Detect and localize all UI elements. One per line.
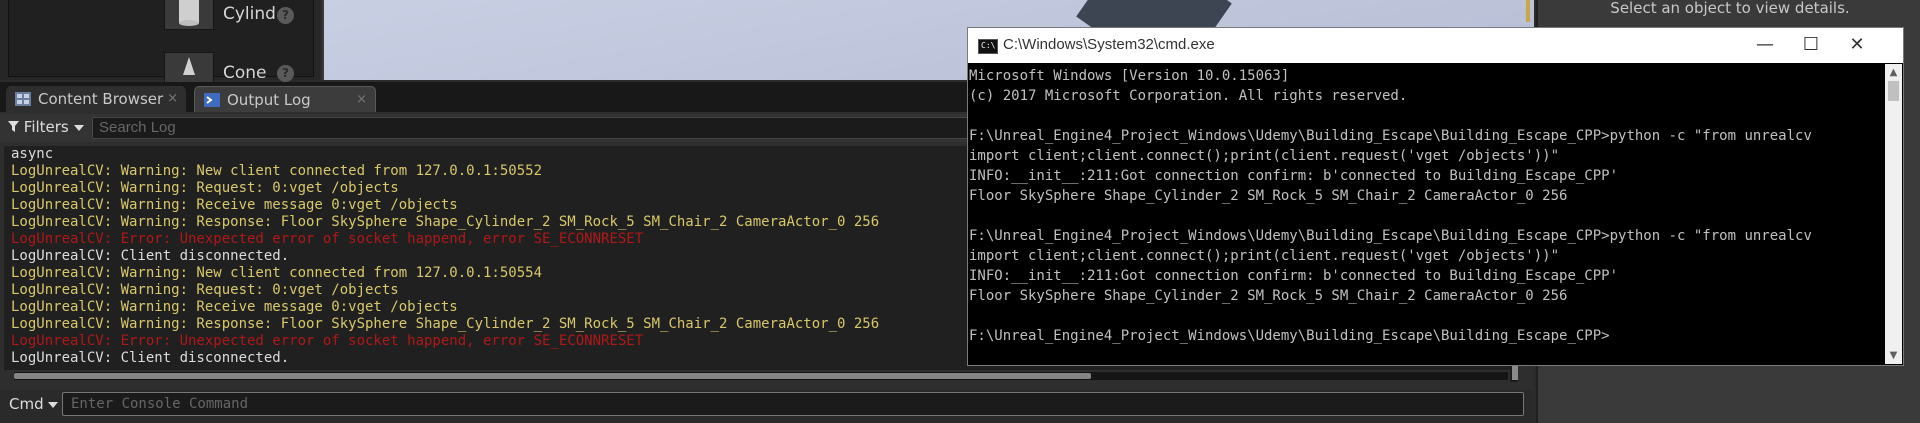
cmd-line: INFO:__init__:211:Got connection confirm… [969, 268, 1619, 284]
cmd-line: F:\Unreal_Engine4_Project_Windows\Udemy\… [969, 128, 1812, 144]
cmd-dropdown[interactable]: Cmd [9, 395, 59, 413]
tab-output-log[interactable]: Output Log × [194, 86, 376, 113]
content-browser-icon [15, 92, 31, 106]
scroll-down-icon[interactable]: ▼ [1885, 347, 1902, 364]
viewport-border [1526, 0, 1530, 22]
filter-funnel-icon [8, 121, 19, 132]
cmd-line [968, 106, 1872, 126]
console-command-input[interactable]: Enter Console Command [62, 392, 1524, 416]
info-icon[interactable]: ? [277, 7, 294, 24]
chevron-down-icon [48, 402, 59, 408]
cmd-line: Microsoft Windows [Version 10.0.15063] [969, 68, 1290, 84]
cmd-line: F:\Unreal_Engine4_Project_Windows\Udemy\… [969, 228, 1812, 244]
tab-label: Content Browser [38, 90, 164, 108]
place-actors-panel: Cylind ? Cone ? [0, 0, 320, 94]
details-hint: Select an object to view details. [1610, 0, 1850, 17]
cmd-line: F:\Unreal_Engine4_Project_Windows\Udemy\… [969, 328, 1610, 344]
filters-label: Filters [23, 118, 69, 136]
cmd-window[interactable]: C:\ C:\Windows\System32\cmd.exe — ☐ ✕ Mi… [967, 27, 1904, 366]
close-button[interactable]: ✕ [1834, 28, 1880, 63]
cmd-window-title: C:\Windows\System32\cmd.exe [1003, 36, 1215, 53]
cmd-line: (c) 2017 Microsoft Corporation. All righ… [969, 88, 1408, 104]
output-log-icon [204, 93, 220, 107]
cmd-scrollbar[interactable] [1885, 64, 1902, 364]
cmd-line: import client;client.connect();print(cli… [969, 248, 1560, 264]
cmd-line: Floor SkySphere Shape_Cylinder_2 SM_Rock… [969, 188, 1568, 204]
place-actors-list: Cylind ? Cone ? [8, 0, 314, 94]
cmd-line: INFO:__init__:211:Got connection confirm… [969, 168, 1619, 184]
cmd-line [968, 206, 1872, 226]
minimize-button[interactable]: — [1742, 28, 1788, 63]
placement-item-label[interactable]: Cone [223, 63, 267, 83]
cmd-line [968, 306, 1872, 326]
log-horizontal-scroll-thumb[interactable] [14, 373, 1091, 379]
scroll-up-icon[interactable]: ▲ [1885, 64, 1902, 81]
cmd-line: import client;client.connect();print(cli… [969, 148, 1560, 164]
cmd-line: Floor SkySphere Shape_Cylinder_2 SM_Rock… [969, 288, 1568, 304]
console-command-row: Cmd Enter Console Command [0, 390, 1534, 423]
chevron-down-icon [73, 125, 84, 131]
tab-content-browser[interactable]: Content Browser × [6, 86, 186, 112]
close-tab-icon[interactable]: × [356, 87, 367, 113]
cmd-title-bar[interactable]: C:\ C:\Windows\System32\cmd.exe — ☐ ✕ [968, 28, 1903, 63]
cmd-icon-text: C:\ [981, 41, 996, 50]
cmd-app-icon: C:\ [978, 39, 998, 54]
cmd-label: Cmd [9, 395, 44, 413]
filters-dropdown[interactable]: Filters [8, 118, 84, 136]
close-tab-icon[interactable]: × [167, 86, 178, 112]
maximize-button[interactable]: ☐ [1788, 28, 1834, 63]
cmd-output[interactable]: Microsoft Windows [Version 10.0.15063] (c… [968, 66, 1872, 365]
tab-label: Output Log [227, 91, 311, 109]
cmd-scroll-thumb[interactable] [1888, 81, 1899, 101]
placement-item-label[interactable]: Cylind [223, 4, 276, 24]
cylinder-thumbnail[interactable] [164, 0, 214, 30]
info-icon[interactable]: ? [277, 65, 294, 82]
